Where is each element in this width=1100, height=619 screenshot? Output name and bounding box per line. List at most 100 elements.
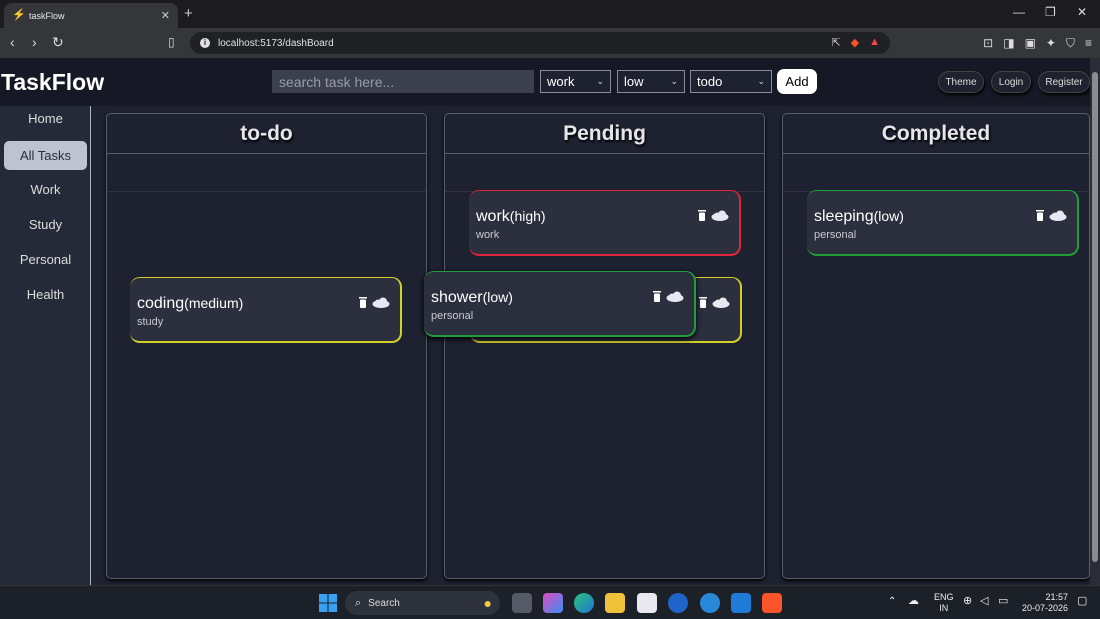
tab-title: taskFlow [29, 10, 65, 21]
browser-tab-bar: ⚡ taskFlow ✕ + — ❐ ✕ [0, 0, 1100, 28]
bookmark-icon[interactable]: ▯ [168, 35, 175, 49]
cloud-icon[interactable] [711, 210, 729, 221]
todo-column[interactable]: to-do [106, 113, 427, 579]
close-tab-icon[interactable]: ✕ [161, 9, 170, 22]
file-explorer-icon[interactable] [605, 593, 625, 613]
copilot-icon[interactable] [543, 593, 563, 613]
search-icon: ⌕ [355, 596, 362, 609]
trash-icon[interactable] [653, 291, 661, 302]
site-info-icon[interactable]: i [200, 38, 210, 48]
chevron-down-icon: ⌄ [670, 76, 678, 86]
restore-icon[interactable]: ❐ [1045, 5, 1056, 19]
notification-icon[interactable]: ▢ [1077, 596, 1087, 607]
sidebar-item-all-tasks[interactable]: All Tasks [4, 141, 87, 170]
sidebar-item-health[interactable]: Health [4, 280, 87, 309]
trash-icon[interactable] [699, 297, 707, 308]
hp-icon[interactable] [668, 593, 688, 613]
taskflow-app: TaskFlow work ⌄ low ⌄ todo ⌄ Add Theme L… [0, 58, 1090, 585]
drop-zone[interactable] [107, 191, 426, 580]
sidebar: Home All Tasks Work Study Personal Healt… [0, 106, 91, 585]
volume-icon[interactable]: ◁ [980, 596, 988, 607]
clock[interactable]: 21:57 20-07-2026 [1022, 592, 1068, 614]
column-title: Pending [445, 114, 764, 154]
browser-tab[interactable]: ⚡ taskFlow ✕ [4, 3, 178, 28]
menu-icon[interactable]: ≡ [1085, 36, 1092, 51]
forward-icon[interactable]: › [32, 34, 37, 50]
pending-column[interactable]: Pending [444, 113, 765, 579]
language-indicator[interactable]: ENG IN [934, 592, 954, 614]
task-card-coding[interactable]: coding(medium) study [130, 277, 402, 343]
task-title: sleeping(low) [814, 208, 904, 225]
trash-icon[interactable] [1036, 210, 1044, 221]
onedrive-icon[interactable]: ☁ [908, 596, 919, 607]
task-category: personal [431, 310, 474, 322]
page-scrollbar[interactable] [1090, 58, 1100, 585]
battery-icon[interactable]: ▭ [998, 596, 1008, 607]
cloud-icon[interactable] [372, 297, 390, 308]
cloud-icon[interactable] [712, 297, 730, 308]
app-header: TaskFlow work ⌄ low ⌄ todo ⌄ Add Theme L… [0, 58, 1090, 106]
chevron-down-icon: ⌄ [596, 76, 604, 86]
url-text: localhost:5173/dashBoard [218, 37, 334, 49]
register-button[interactable]: Register [1038, 71, 1090, 93]
completed-column[interactable]: Completed [782, 113, 1090, 579]
taskflow-favicon-icon: ⚡ [12, 9, 26, 21]
task-view-icon[interactable] [512, 593, 532, 613]
cloud-icon[interactable] [1049, 210, 1067, 221]
brave-shields-icon[interactable]: ◆ [851, 36, 859, 49]
column-title: to-do [107, 114, 426, 154]
scroll-thumb[interactable] [1092, 72, 1098, 562]
task-category: work [476, 229, 500, 241]
chevron-down-icon: ⌄ [757, 76, 765, 86]
new-tab-icon[interactable]: + [184, 5, 193, 22]
status-select[interactable]: todo ⌄ [690, 70, 772, 93]
taskbar-search[interactable]: ⌕ Search ● [345, 591, 500, 615]
login-button[interactable]: Login [991, 71, 1031, 93]
add-task-button[interactable]: Add [777, 69, 817, 94]
back-icon[interactable]: ‹ [10, 34, 15, 50]
task-card-work[interactable]: work(high) work [469, 190, 741, 256]
vpn-icon[interactable]: ⛉ [1066, 36, 1075, 51]
sidebar-item-personal[interactable]: Personal [4, 245, 87, 274]
column-title: Completed [783, 114, 1089, 154]
windows-start-icon[interactable] [318, 593, 338, 613]
vscode-icon[interactable] [731, 593, 751, 613]
chevron-up-icon[interactable]: ⌃ [888, 596, 896, 607]
sidebar-item-work[interactable]: Work [4, 175, 87, 204]
category-select[interactable]: work ⌄ [540, 70, 611, 93]
brave-browser-icon[interactable] [762, 593, 782, 613]
wallet-icon[interactable]: ▣ [1025, 36, 1036, 51]
share-icon[interactable]: ⇱ [831, 36, 840, 49]
search-input[interactable] [272, 70, 534, 93]
task-category: study [137, 316, 164, 328]
task-card-shower-dragging[interactable]: shower(low) personal [424, 271, 696, 337]
network-icon[interactable]: ⊕ [963, 596, 972, 607]
task-title: work(high) [476, 208, 546, 225]
edge-icon[interactable] [574, 593, 594, 613]
reload-icon[interactable]: ↻ [52, 34, 64, 51]
logo: TaskFlow [1, 69, 105, 95]
brave-rewards-icon[interactable]: ▲ [869, 36, 880, 49]
cloud-icon[interactable] [666, 291, 684, 302]
windows-taskbar: ⌕ Search ● ⌃ ☁ ENG IN ⊕ ◁ ▭ 21:57 20-07-… [0, 585, 1100, 619]
task-category: personal [814, 229, 857, 241]
sidebar-toggle-icon[interactable]: ◨ [1003, 36, 1014, 51]
address-bar[interactable]: i localhost:5173/dashBoard ⇱ ◆ ▲ [190, 32, 890, 54]
priority-select[interactable]: low ⌄ [617, 70, 685, 93]
trash-icon[interactable] [359, 297, 367, 308]
window-close-icon[interactable]: ✕ [1077, 5, 1087, 19]
browser-toolbar: ‹ › ↻ ▯ i localhost:5173/dashBoard ⇱ ◆ ▲… [0, 28, 1100, 58]
sidebar-item-study[interactable]: Study [4, 210, 87, 239]
task-title: coding(medium) [137, 295, 244, 312]
help-icon[interactable] [700, 593, 720, 613]
task-card-sleeping[interactable]: sleeping(low) personal [807, 190, 1079, 256]
minimize-icon[interactable]: — [1013, 5, 1025, 19]
trash-icon[interactable] [698, 210, 706, 221]
theme-button[interactable]: Theme [938, 71, 984, 93]
task-title: shower(low) [431, 289, 513, 306]
sidebar-item-home[interactable]: Home [4, 104, 87, 133]
screenshot-icon[interactable]: ⊡ [983, 36, 993, 51]
weather-widget-icon: ● [483, 595, 492, 611]
leo-ai-icon[interactable]: ✦ [1046, 36, 1056, 51]
microsoft-store-icon[interactable] [637, 593, 657, 613]
